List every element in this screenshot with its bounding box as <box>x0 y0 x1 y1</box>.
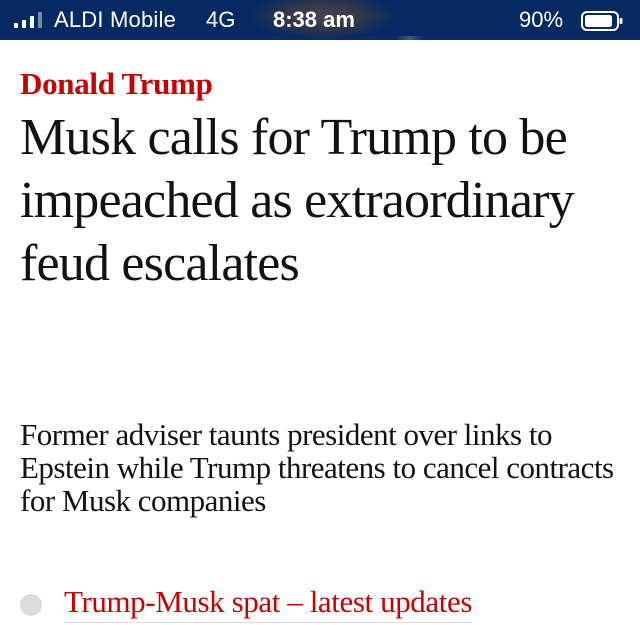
article-headline: Musk calls for Trump to be impeached as … <box>20 109 575 292</box>
status-time: 8:38 am <box>273 7 355 32</box>
live-dot-icon <box>20 594 42 616</box>
cellular-signal-icon <box>14 12 42 28</box>
section-kicker[interactable]: Donald Trump <box>20 66 213 102</box>
battery-level-fill <box>585 15 612 27</box>
battery-icon <box>581 11 623 31</box>
article-standfirst: Former adviser taunts president over lin… <box>20 417 614 518</box>
network-type: 4G <box>206 7 236 32</box>
carrier-name: ALDI Mobile <box>54 7 177 32</box>
battery-percentage: 90% <box>519 7 564 32</box>
latest-updates-link[interactable]: Trump-Musk spat – latest updates <box>64 584 472 623</box>
status-bar: ALDI Mobile 4G 8:38 am 90% <box>0 0 640 40</box>
related-link-row[interactable]: Trump-Musk spat – latest updates <box>20 582 620 625</box>
header-photo-edge <box>0 36 640 40</box>
